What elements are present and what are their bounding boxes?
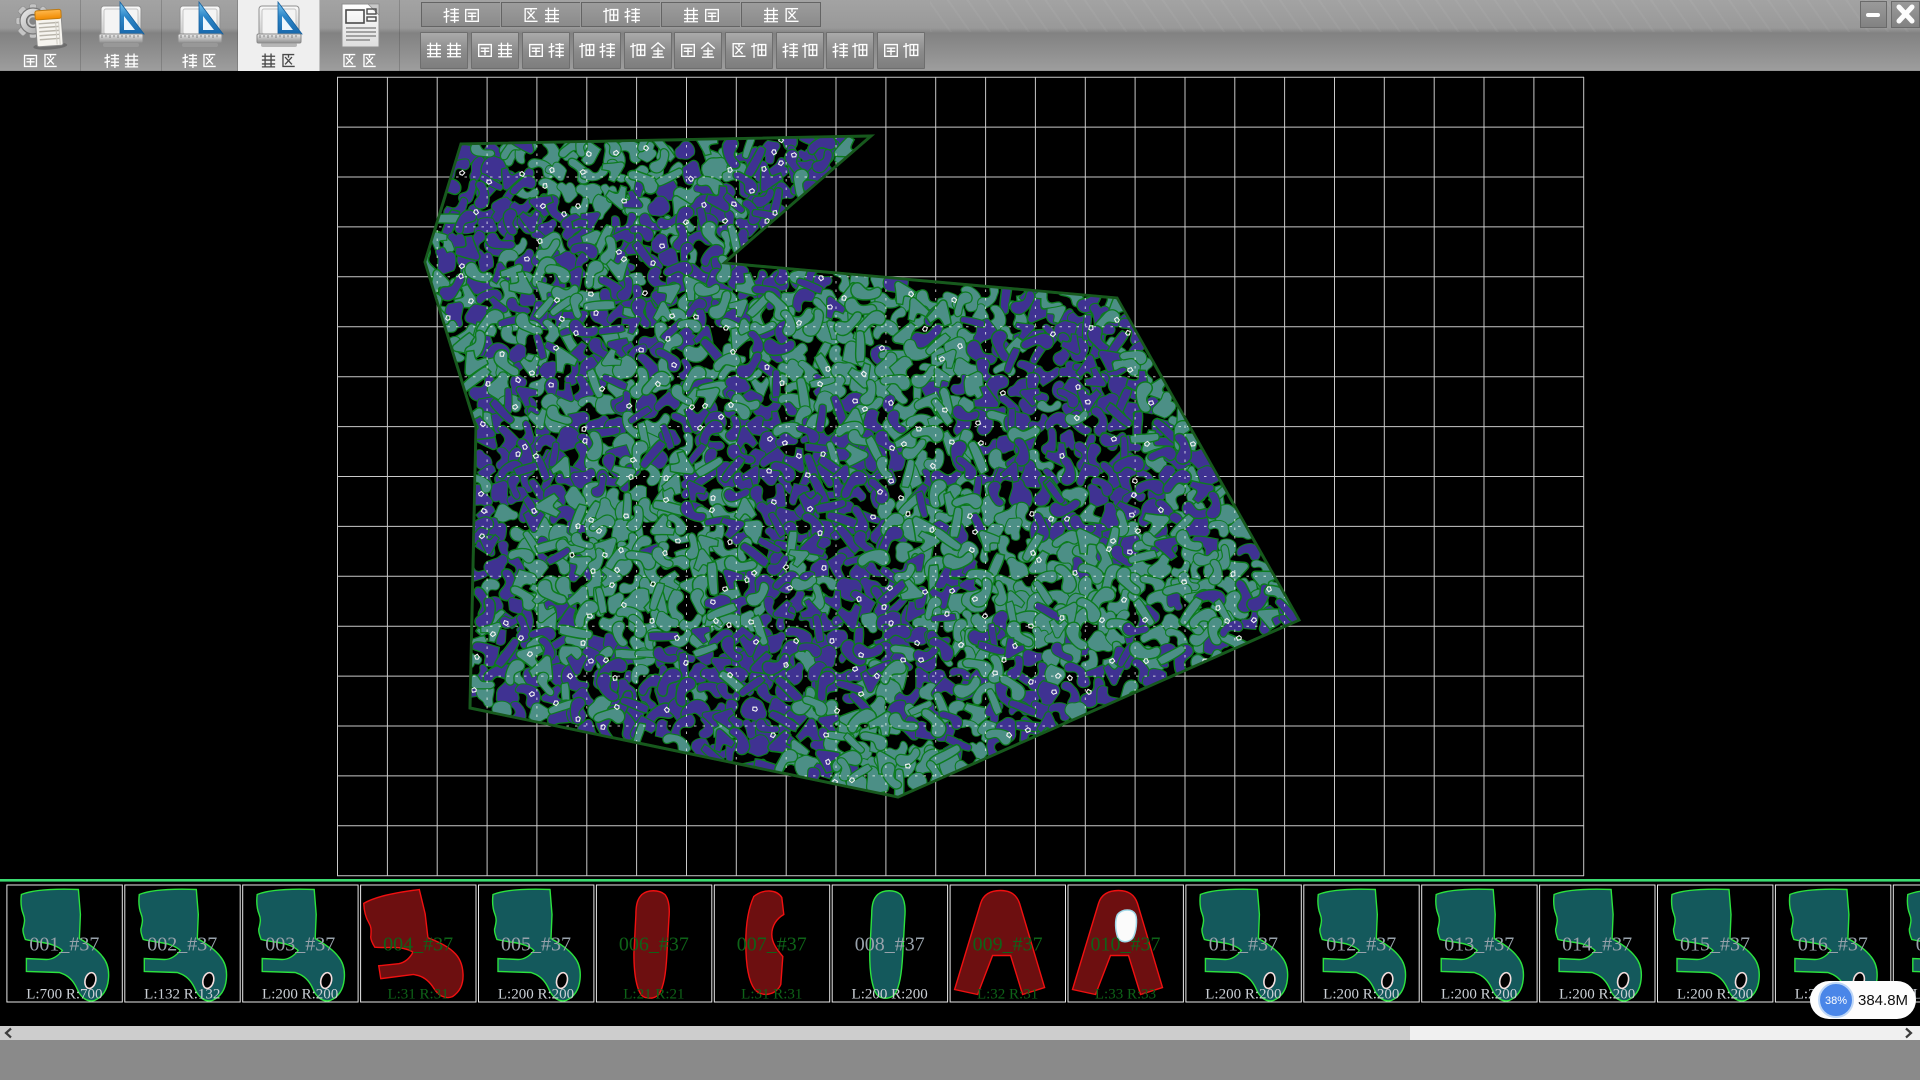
svg-text:010_#37: 010_#37 bbox=[1091, 934, 1161, 956]
svg-text:L:31 R:31: L:31 R:31 bbox=[387, 987, 448, 1003]
svg-text:004_#37: 004_#37 bbox=[383, 934, 453, 956]
svg-text:L:32 R:31: L:32 R:31 bbox=[977, 987, 1038, 1003]
svg-text:001_#37: 001_#37 bbox=[29, 934, 99, 956]
svg-text:L:200 R:200: L:200 R:200 bbox=[1559, 987, 1635, 1003]
svg-text:013_#37: 013_#37 bbox=[1444, 934, 1514, 956]
svg-text:L:33 R:33: L:33 R:33 bbox=[1095, 987, 1156, 1003]
svg-text:L:200 R:200: L:200 R:200 bbox=[1323, 987, 1399, 1003]
svg-text:38%: 38% bbox=[1825, 995, 1847, 1007]
svg-text:L:200 R:200: L:200 R:200 bbox=[1677, 987, 1753, 1003]
svg-text:L:700 R:700: L:700 R:700 bbox=[26, 987, 102, 1003]
svg-text:016_#37: 016_#37 bbox=[1798, 934, 1868, 956]
svg-text:009_#37: 009_#37 bbox=[973, 934, 1043, 956]
svg-text:384.8M: 384.8M bbox=[1858, 992, 1908, 1009]
svg-text:006_#37: 006_#37 bbox=[619, 934, 689, 956]
svg-text:007_#37: 007_#37 bbox=[737, 934, 807, 956]
svg-text:008_#37: 008_#37 bbox=[855, 934, 925, 956]
svg-text:003_#37: 003_#37 bbox=[265, 934, 335, 956]
svg-text:005_#37: 005_#37 bbox=[501, 934, 571, 956]
svg-text:L:200 R:200: L:200 R:200 bbox=[852, 987, 928, 1003]
svg-text:017_#37: 017_#37 bbox=[1916, 934, 1920, 956]
svg-text:L:200 R:200: L:200 R:200 bbox=[262, 987, 338, 1003]
svg-text:011_#37: 011_#37 bbox=[1209, 934, 1278, 956]
svg-text:012_#37: 012_#37 bbox=[1326, 934, 1396, 956]
svg-text:L:200 R:200: L:200 R:200 bbox=[1441, 987, 1517, 1003]
svg-text:L:200 R:200: L:200 R:200 bbox=[498, 987, 574, 1003]
svg-text:L:31 R:31: L:31 R:31 bbox=[741, 987, 802, 1003]
svg-text:014_#37: 014_#37 bbox=[1562, 934, 1632, 956]
svg-text:L:21 R:21: L:21 R:21 bbox=[623, 987, 684, 1003]
svg-text:015_#37: 015_#37 bbox=[1680, 934, 1750, 956]
svg-text:002_#37: 002_#37 bbox=[147, 934, 217, 956]
svg-text:L:200 R:200: L:200 R:200 bbox=[1205, 987, 1281, 1003]
svg-text:L:132 R:132: L:132 R:132 bbox=[144, 987, 220, 1003]
